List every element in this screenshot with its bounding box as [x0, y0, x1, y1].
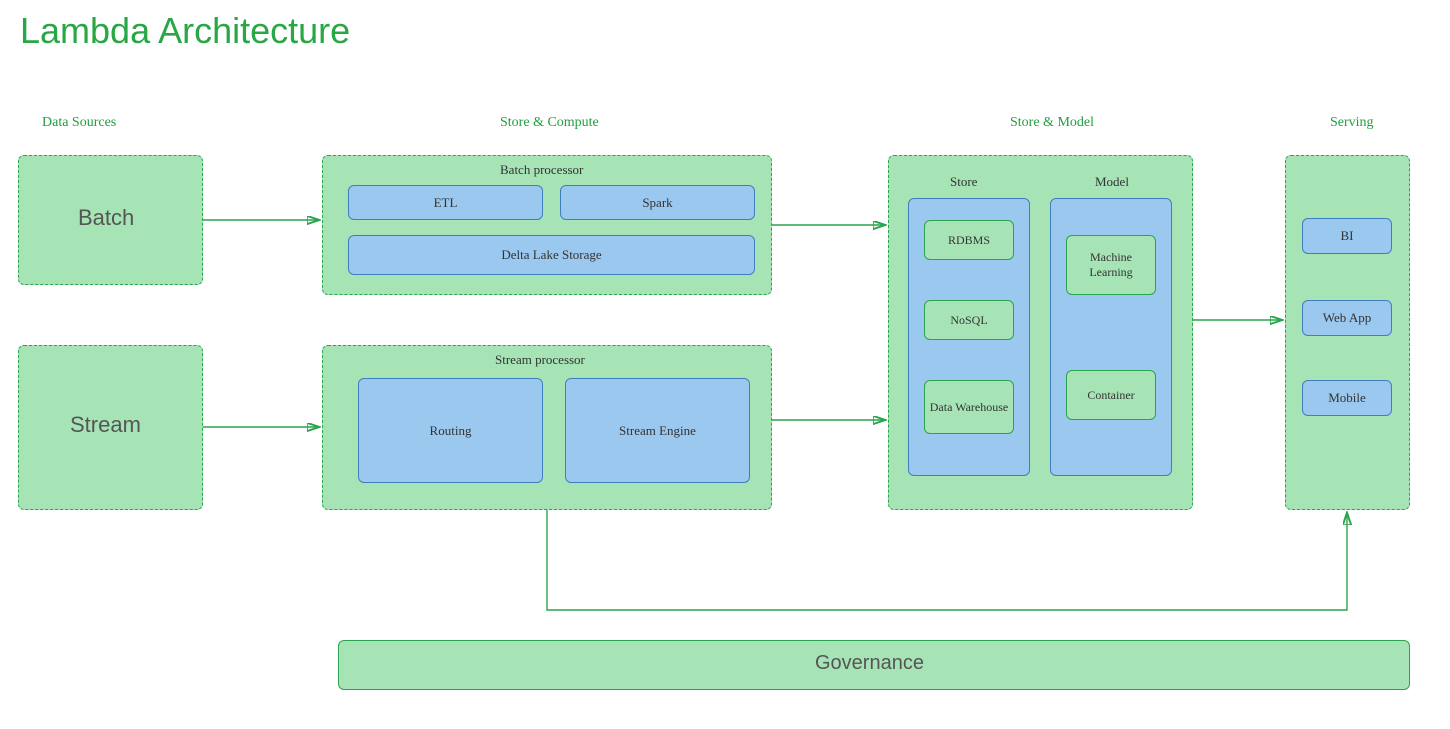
node-bi: BI [1302, 218, 1392, 254]
node-container: Container [1066, 370, 1156, 420]
label-stream: Stream [70, 412, 141, 438]
node-mobile: Mobile [1302, 380, 1392, 416]
node-data-warehouse: Data Warehouse [924, 380, 1014, 434]
node-webapp: Web App [1302, 300, 1392, 336]
arrow-stream-to-serving-bypass [547, 510, 1347, 610]
section-label-serving: Serving [1330, 115, 1374, 131]
label-batch: Batch [78, 205, 134, 231]
section-label-store-model: Store & Model [1010, 115, 1094, 131]
section-label-data-sources: Data Sources [42, 115, 116, 131]
node-stream-engine: Stream Engine [565, 378, 750, 483]
label-model-title: Model [1095, 174, 1129, 190]
diagram-canvas: Lambda Architecture Data Sources Store &… [0, 0, 1450, 729]
node-spark: Spark [560, 185, 755, 220]
label-stream-processor-title: Stream processor [495, 352, 585, 368]
node-routing: Routing [358, 378, 543, 483]
section-label-store-compute: Store & Compute [500, 115, 599, 131]
node-rdbms: RDBMS [924, 220, 1014, 260]
node-machine-learning: Machine Learning [1066, 235, 1156, 295]
label-governance: Governance [815, 652, 924, 675]
label-batch-processor-title: Batch processor [500, 162, 583, 178]
node-etl: ETL [348, 185, 543, 220]
node-nosql: NoSQL [924, 300, 1014, 340]
node-delta-lake: Delta Lake Storage [348, 235, 755, 275]
label-store-title: Store [950, 174, 977, 190]
diagram-title: Lambda Architecture [20, 10, 350, 52]
